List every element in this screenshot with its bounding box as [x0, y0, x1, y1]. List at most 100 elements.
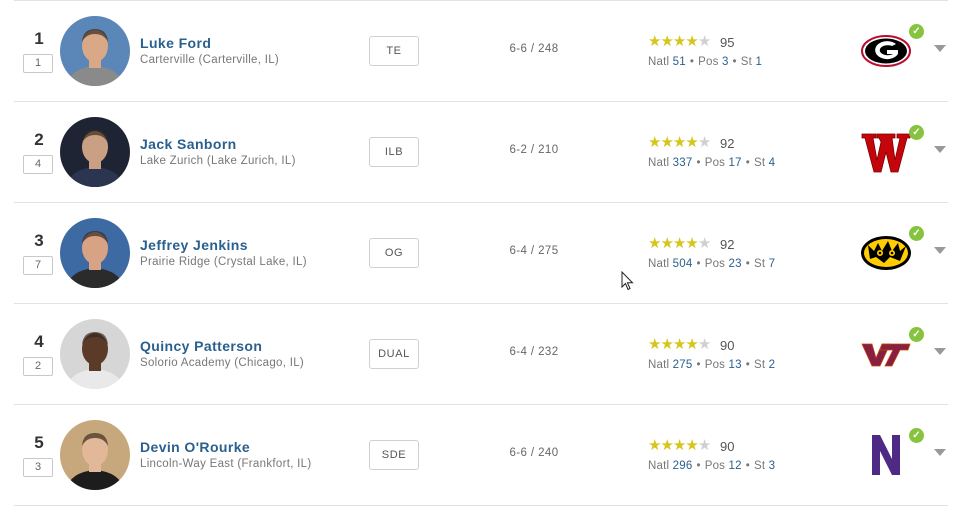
star-filled-icon: ★ — [648, 134, 661, 151]
position-badge[interactable]: OG — [369, 238, 419, 268]
player-name-link[interactable]: Devin O'Rourke — [140, 439, 250, 455]
chevron-down-icon[interactable] — [934, 348, 946, 355]
star-filled-icon: ★ — [660, 336, 673, 353]
st-label: St — [753, 460, 766, 472]
natl-rank-link[interactable]: 275 — [673, 359, 693, 371]
star-filled-icon: ★ — [685, 437, 698, 454]
player-school: Lincoln-Way East (Frankfort, IL) — [140, 458, 312, 470]
height-weight: 6-6 / 240 — [509, 447, 559, 459]
player-name-link[interactable]: Quincy Patterson — [140, 338, 262, 354]
star-rating: ★★★★★ — [648, 33, 711, 50]
chevron-down-icon[interactable] — [934, 45, 946, 52]
chevron-down-icon[interactable] — [934, 449, 946, 456]
st-label: St — [753, 258, 766, 270]
star-filled-icon: ★ — [660, 437, 673, 454]
natl-label: Natl — [648, 56, 670, 68]
pos-label: Pos — [698, 56, 719, 68]
star-empty-icon: ★ — [697, 336, 711, 353]
rank-breakdown: Natl 337 • Pos 17 • St 4 — [648, 157, 775, 169]
player-avatar[interactable] — [60, 117, 130, 187]
rating-score: 90 — [720, 439, 735, 454]
st-rank-link[interactable]: 1 — [755, 56, 762, 68]
natl-rank-link[interactable]: 337 — [673, 157, 693, 169]
previous-rank-badge: 3 — [23, 458, 53, 477]
rank-breakdown: Natl 296 • Pos 12 • St 3 — [648, 460, 775, 472]
bullet-separator: • — [745, 157, 750, 169]
player-name-link[interactable]: Luke Ford — [140, 35, 211, 51]
northwestern-logo[interactable] — [860, 433, 912, 477]
st-rank-link[interactable]: 4 — [769, 157, 776, 169]
position-badge[interactable]: ILB — [369, 137, 419, 167]
previous-rank-badge: 2 — [23, 357, 53, 376]
pos-rank-link[interactable]: 12 — [729, 460, 742, 472]
bullet-separator: • — [696, 258, 701, 270]
mouse-cursor-icon — [621, 271, 634, 291]
st-rank-link[interactable]: 3 — [769, 460, 776, 472]
natl-label: Natl — [648, 359, 670, 371]
star-empty-icon: ★ — [697, 437, 711, 454]
bullet-separator: • — [696, 460, 701, 472]
position-badge[interactable]: SDE — [369, 440, 419, 470]
player-avatar[interactable] — [60, 420, 130, 490]
rating-score: 90 — [720, 338, 735, 353]
rank-breakdown: Natl 51 • Pos 3 • St 1 — [648, 56, 762, 68]
player-avatar[interactable] — [60, 218, 130, 288]
previous-rank-badge: 1 — [23, 54, 53, 73]
bullet-separator: • — [745, 258, 750, 270]
star-empty-icon: ★ — [697, 134, 711, 151]
recruit-row: 2 4 Jack Sanborn Lake Zurich (Lake Zurich, … — [14, 101, 948, 202]
commit-check-icon: ✓ — [909, 327, 924, 342]
natl-rank-link[interactable]: 504 — [673, 258, 693, 270]
natl-label: Natl — [648, 157, 670, 169]
chevron-down-icon[interactable] — [934, 146, 946, 153]
star-rating: ★★★★★ — [648, 235, 711, 252]
pos-rank-link[interactable]: 3 — [722, 56, 729, 68]
star-filled-icon: ★ — [648, 437, 661, 454]
bullet-separator: • — [696, 359, 701, 371]
star-empty-icon: ★ — [697, 33, 711, 50]
player-avatar[interactable] — [60, 16, 130, 86]
commit-check-icon: ✓ — [909, 24, 924, 39]
position-badge[interactable]: DUAL — [369, 339, 419, 369]
iowa-logo[interactable] — [860, 231, 912, 275]
recruit-row: 3 7 Jeffrey Jenkins Prairie Ridge (Crystal … — [14, 202, 948, 303]
star-filled-icon: ★ — [672, 336, 686, 353]
natl-rank-link[interactable]: 296 — [673, 460, 693, 472]
virginia-tech-logo[interactable] — [860, 332, 912, 376]
rating-score: 92 — [720, 136, 735, 151]
st-label: St — [753, 359, 766, 371]
star-filled-icon: ★ — [660, 235, 673, 252]
star-filled-icon: ★ — [672, 134, 686, 151]
bullet-separator: • — [689, 56, 695, 68]
position-badge[interactable]: TE — [369, 36, 419, 66]
previous-rank-badge: 4 — [23, 155, 53, 174]
star-filled-icon: ★ — [660, 33, 673, 50]
star-filled-icon: ★ — [660, 134, 673, 151]
star-filled-icon: ★ — [685, 336, 698, 353]
height-weight: 6-6 / 248 — [509, 43, 559, 55]
wisconsin-logo[interactable] — [860, 130, 912, 174]
star-filled-icon: ★ — [685, 134, 698, 151]
commit-check-icon: ✓ — [909, 226, 924, 241]
rank-number: 4 — [34, 332, 44, 351]
rating-score: 95 — [720, 35, 735, 50]
player-name-link[interactable]: Jack Sanborn — [140, 136, 237, 152]
natl-rank-link[interactable]: 51 — [673, 56, 686, 68]
st-label: St — [753, 157, 766, 169]
player-avatar[interactable] — [60, 319, 130, 389]
star-filled-icon: ★ — [648, 336, 661, 353]
georgia-logo[interactable] — [860, 29, 912, 73]
pos-rank-link[interactable]: 17 — [729, 157, 742, 169]
star-filled-icon: ★ — [648, 33, 661, 50]
st-rank-link[interactable]: 2 — [769, 359, 776, 371]
player-name-link[interactable]: Jeffrey Jenkins — [140, 237, 248, 253]
pos-rank-link[interactable]: 13 — [729, 359, 742, 371]
star-filled-icon: ★ — [685, 235, 698, 252]
chevron-down-icon[interactable] — [934, 247, 946, 254]
height-weight: 6-4 / 275 — [509, 245, 559, 257]
bullet-separator: • — [732, 56, 737, 68]
rank-breakdown: Natl 275 • Pos 13 • St 2 — [648, 359, 775, 371]
st-rank-link[interactable]: 7 — [769, 258, 776, 270]
recruit-list: 1 1 Luke Ford Carterville (Carterville, IL)… — [14, 0, 948, 506]
pos-rank-link[interactable]: 23 — [729, 258, 742, 270]
